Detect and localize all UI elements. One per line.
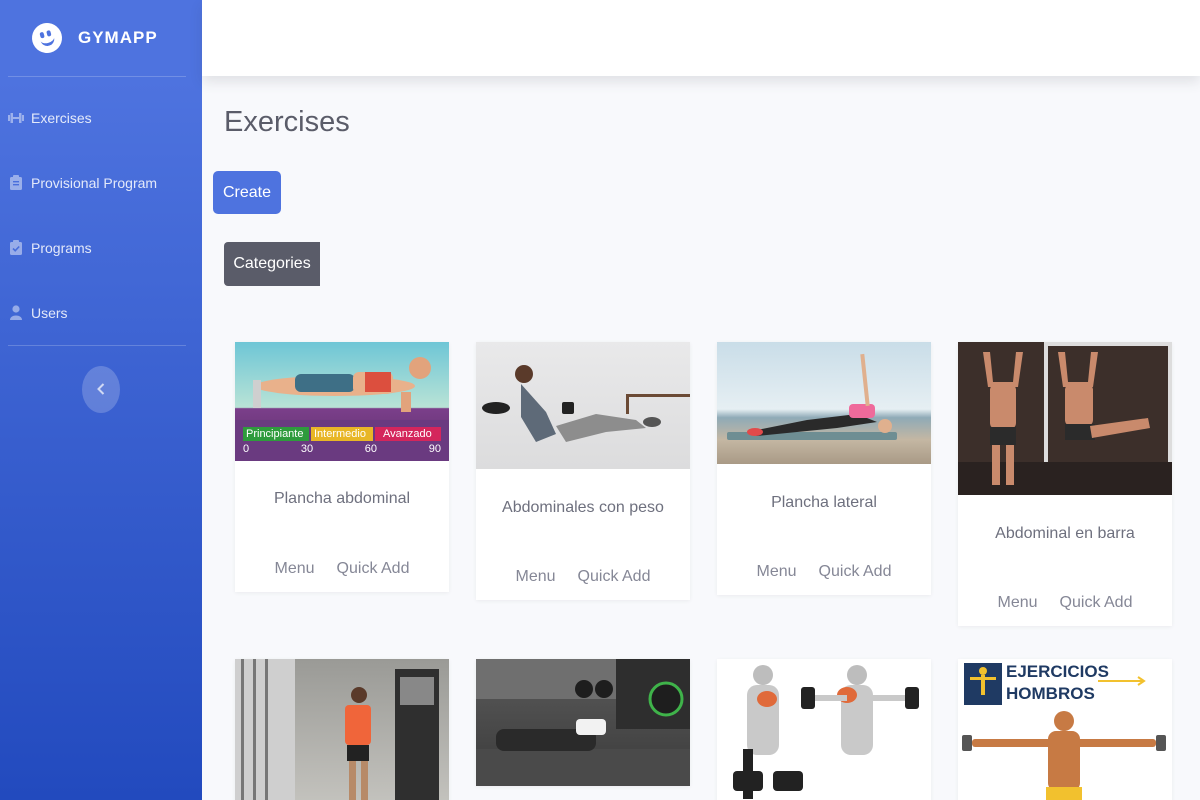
sidebar-item-label: Programs — [31, 239, 92, 256]
exercise-card — [235, 659, 449, 800]
sidebar: GYMAPP Exercises Provisional Program Pro… — [0, 0, 202, 800]
level-label: Intermedio — [311, 427, 373, 441]
exercise-image[interactable] — [717, 659, 931, 800]
quick-add-link[interactable]: Quick Add — [819, 563, 892, 581]
exercise-card — [476, 659, 690, 786]
sidebar-nav: Exercises Provisional Program Programs U… — [0, 77, 202, 345]
level-label: Avanzado — [375, 427, 441, 441]
exercise-title: Abdominales con peso — [502, 499, 664, 516]
exercise-title: Plancha abdominal — [273, 490, 411, 507]
level-label: Principiante — [243, 427, 309, 441]
image-text: HOMBROS — [1006, 684, 1095, 703]
exercise-title: Plancha lateral — [771, 494, 877, 511]
exercise-image[interactable] — [476, 342, 690, 469]
exercise-image[interactable]: EJERCICIOS HOMBROS — [958, 659, 1172, 800]
quick-add-link[interactable]: Quick Add — [1060, 594, 1133, 612]
sidebar-item-programs[interactable]: Programs — [0, 215, 202, 280]
brand-name: GYMAPP — [78, 28, 158, 47]
scale-tick: 90 — [428, 443, 441, 455]
clipboard-icon — [8, 175, 24, 191]
exercise-title: Abdominal en barra — [995, 525, 1135, 542]
quick-add-link[interactable]: Quick Add — [337, 560, 410, 578]
menu-link[interactable]: Menu — [516, 568, 556, 586]
create-button[interactable]: Create — [213, 171, 281, 214]
scale-tick: 0 — [243, 443, 250, 455]
sidebar-item-users[interactable]: Users — [0, 280, 202, 345]
exercise-card: Abdominales con peso Menu Quick Add — [476, 342, 690, 600]
brand[interactable]: GYMAPP — [0, 0, 202, 76]
exercise-card: Principiante Intermedio Avanzado 0 30 60… — [235, 342, 449, 592]
topbar — [202, 0, 1200, 76]
sidebar-item-label: Provisional Program — [31, 174, 158, 191]
exercise-card: Abdominal en barra Menu Quick Add — [958, 342, 1172, 626]
exercise-image[interactable]: Principiante Intermedio Avanzado 0 30 60… — [235, 342, 449, 461]
exercise-image[interactable] — [958, 342, 1172, 495]
menu-link[interactable]: Menu — [998, 594, 1038, 612]
exercise-image[interactable] — [717, 342, 931, 464]
categories-button[interactable]: Categories — [224, 242, 320, 286]
exercise-image[interactable] — [235, 659, 449, 800]
exercise-card: EJERCICIOS HOMBROS — [958, 659, 1172, 800]
exercise-card — [717, 659, 931, 800]
clipboard-check-icon — [8, 240, 24, 256]
sidebar-item-label: Users — [31, 304, 68, 321]
image-text: EJERCICIOS — [1006, 662, 1109, 681]
exercise-image[interactable] — [476, 659, 690, 786]
laugh-wink-icon — [28, 19, 66, 57]
scale-tick: 30 — [300, 443, 314, 455]
sidebar-toggle-button[interactable] — [82, 366, 120, 413]
dumbbell-icon — [8, 110, 24, 126]
exercise-card: Plancha lateral Menu Quick Add — [717, 342, 931, 595]
menu-link[interactable]: Menu — [275, 560, 315, 578]
quick-add-link[interactable]: Quick Add — [578, 568, 651, 586]
main-content: Exercises Create Categories Principiante… — [202, 76, 1200, 800]
sidebar-item-label: Exercises — [31, 109, 92, 126]
sidebar-item-provisional-program[interactable]: Provisional Program — [0, 150, 202, 215]
scale-tick: 60 — [364, 443, 378, 455]
sidebar-item-exercises[interactable]: Exercises — [0, 85, 202, 150]
menu-link[interactable]: Menu — [757, 563, 797, 581]
user-icon — [8, 305, 24, 321]
chevron-left-icon — [97, 379, 105, 400]
page-title: Exercises — [224, 106, 350, 138]
